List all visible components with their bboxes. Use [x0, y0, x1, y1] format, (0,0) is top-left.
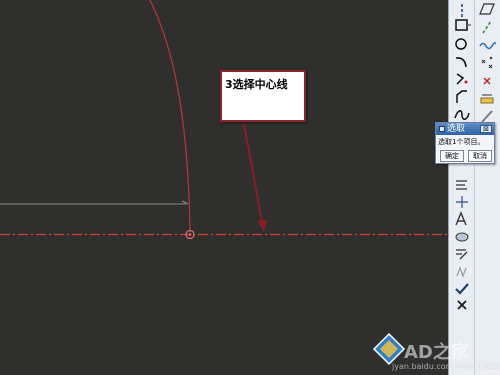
- rectangle-icon[interactable]: [453, 16, 471, 34]
- watermark-url: jyan.baidu.com www.CADZJ.com: [392, 362, 500, 371]
- offset-icon[interactable]: [453, 176, 471, 194]
- close-x-icon[interactable]: [453, 296, 471, 314]
- dimension-icon[interactable]: [478, 89, 496, 107]
- diagonal-line-icon[interactable]: [478, 18, 496, 36]
- ellipse-icon[interactable]: [453, 228, 471, 246]
- corner-icon[interactable]: [453, 70, 471, 88]
- drawing-canvas[interactable]: [0, 0, 448, 375]
- annotation-callout: 3选择中心线: [220, 70, 306, 122]
- cancel-button[interactable]: 取消: [468, 150, 492, 162]
- circle-icon[interactable]: [453, 35, 471, 53]
- cad-drawing[interactable]: [0, 0, 448, 375]
- chamfer-icon[interactable]: [453, 88, 471, 106]
- select-dialog: 选取 ⊠ 选取1个项目。 确定 取消: [435, 122, 495, 164]
- parallelogram-icon[interactable]: [478, 0, 496, 18]
- watermark-brand: AD之家: [404, 342, 469, 363]
- toolbar-separator: [474, 0, 475, 375]
- center-point-dot: [188, 233, 192, 236]
- point-x-icon[interactable]: [478, 72, 496, 90]
- sketch-arc[interactable]: [149, 0, 191, 233]
- watermark: AD之家 jyan.baidu.com www.CADZJ.com: [370, 328, 500, 374]
- dialog-title: 选取: [447, 124, 466, 134]
- mirror-icon[interactable]: [453, 245, 471, 263]
- fillet-arc-icon[interactable]: [453, 53, 471, 71]
- leader-arrow-head: [258, 220, 267, 233]
- dialog-message: 选取1个项目。: [438, 138, 485, 146]
- leader-arrow-line: [243, 123, 263, 223]
- pattern-icon[interactable]: [453, 262, 471, 280]
- confirm-button[interactable]: 确定: [440, 150, 464, 162]
- text-a-icon[interactable]: [453, 210, 471, 228]
- scatter-points-icon[interactable]: [478, 54, 496, 72]
- plus-axis-icon[interactable]: [453, 193, 471, 211]
- cad-logo-icon: [372, 332, 406, 366]
- dialog-close-button[interactable]: ⊠: [480, 125, 492, 133]
- wave-icon[interactable]: [478, 36, 496, 54]
- dialog-window-icon: [439, 126, 445, 132]
- right-toolbar: [448, 0, 500, 375]
- callout-text: 3选择中心线: [225, 78, 288, 91]
- dialog-titlebar[interactable]: 选取 ⊠: [436, 123, 494, 135]
